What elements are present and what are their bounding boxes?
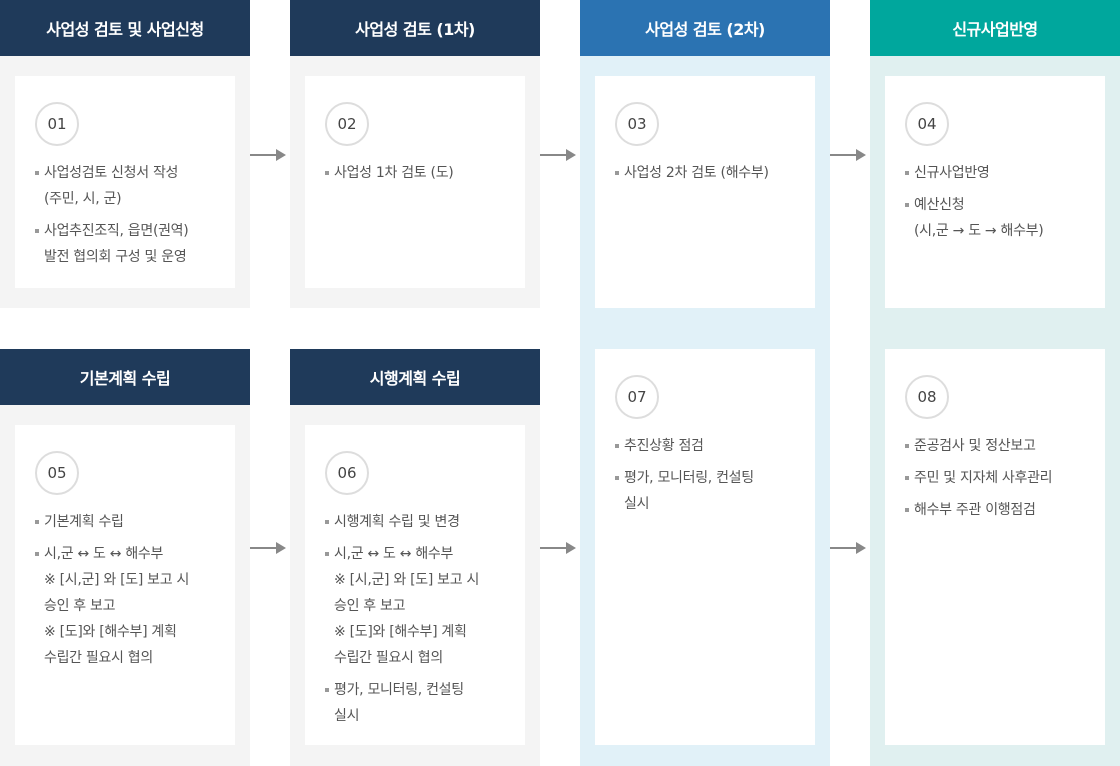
step-number-badge: 05	[35, 451, 79, 495]
step-item-text: 실시	[624, 496, 650, 512]
step-item: 신규사업반영	[905, 160, 1097, 186]
step-item-text: 해수부 주관 이행점검	[914, 502, 1036, 518]
step-item-text: 시,군 ↔ 도 ↔ 해수부	[44, 546, 164, 562]
step-card: 06 시행계획 수립 및 변경시,군 ↔ 도 ↔ 해수부 ※ [시,군] 와 [도]…	[305, 425, 525, 745]
step-item-text: 발전 협의회 구성 및 운영	[44, 249, 187, 265]
step-item-text: 추진상황 점검	[624, 438, 704, 454]
step-card: 05 기본계획 수립시,군 ↔ 도 ↔ 해수부 ※ [시,군] 와 [도] 보고 시…	[15, 425, 235, 745]
header-business-application: 사업성 검토 및 사업신청	[0, 0, 250, 56]
step-item-text: 기본계획 수립	[44, 514, 124, 530]
step-item-text: ※ [시,군] 와 [도] 보고 시	[334, 572, 480, 588]
step-item-text: 신규사업반영	[914, 165, 990, 181]
step-number-badge: 02	[325, 102, 369, 146]
step-item-text: ※ [시,군] 와 [도] 보고 시	[44, 572, 190, 588]
right-arrow-icon	[540, 542, 576, 554]
step-item: 추진상황 점검	[615, 433, 807, 459]
step-item-text: 시행계획 수립 및 변경	[334, 514, 460, 530]
step-item: 사업추진조직, 읍면(권역) 발전 협의회 구성 및 운영	[35, 218, 227, 270]
step-item-text: 사업성 2차 검토 (해수부)	[624, 165, 769, 181]
header-basic-plan: 기본계획 수립	[0, 349, 250, 405]
step-item-list: 기본계획 수립시,군 ↔ 도 ↔ 해수부 ※ [시,군] 와 [도] 보고 시승인…	[35, 509, 227, 677]
step-item-text: ※ [도]와 [해수부] 계획	[44, 624, 177, 640]
step-number-badge: 04	[905, 102, 949, 146]
step-number-badge: 03	[615, 102, 659, 146]
step-item: 예산신청 (시,군 → 도 → 해수부)	[905, 192, 1097, 244]
right-arrow-icon	[830, 542, 866, 554]
step-item: 시,군 ↔ 도 ↔ 해수부 ※ [시,군] 와 [도] 보고 시승인 후 보고 ※ …	[325, 541, 517, 671]
step-item-text: 평가, 모니터링, 컨설팅	[624, 470, 754, 486]
step-item-list: 준공검사 및 정산보고주민 및 지자체 사후관리해수부 주관 이행점검	[905, 433, 1097, 529]
right-arrow-icon	[250, 149, 286, 161]
step-item: 주민 및 지자체 사후관리	[905, 465, 1097, 491]
right-arrow-icon	[540, 149, 576, 161]
header-implementation-plan: 시행계획 수립	[290, 349, 540, 405]
step-item: 사업성 2차 검토 (해수부)	[615, 160, 807, 186]
step-card: 01 사업성검토 신청서 작성 (주민, 시, 군) 사업추진조직, 읍면(권역) 발전…	[15, 76, 235, 288]
header-first-review: 사업성 검토 (1차)	[290, 0, 540, 56]
header-new-business: 신규사업반영	[870, 0, 1120, 56]
step-item-text: 수립간 필요시 협의	[334, 650, 443, 666]
step-item-text: 주민 및 지자체 사후관리	[914, 470, 1053, 486]
step-item-text: (시,군 → 도 → 해수부)	[914, 223, 1044, 239]
step-item-text: 시,군 ↔ 도 ↔ 해수부	[334, 546, 454, 562]
step-item-list: 사업성 1차 검토 (도)	[325, 160, 517, 192]
step-item-text: (주민, 시, 군)	[44, 191, 122, 207]
step-item-text: 평가, 모니터링, 컨설팅	[334, 682, 464, 698]
step-item: 해수부 주관 이행점검	[905, 497, 1097, 523]
step-item-list: 신규사업반영예산신청 (시,군 → 도 → 해수부)	[905, 160, 1097, 250]
right-arrow-icon	[830, 149, 866, 161]
step-number-badge: 08	[905, 375, 949, 419]
step-card: 04 신규사업반영예산신청 (시,군 → 도 → 해수부)	[885, 76, 1105, 308]
step-item: 시,군 ↔ 도 ↔ 해수부 ※ [시,군] 와 [도] 보고 시승인 후 보고 ※ …	[35, 541, 227, 671]
step-item-list: 사업성검토 신청서 작성 (주민, 시, 군) 사업추진조직, 읍면(권역) 발전 협…	[35, 160, 227, 276]
step-item-text: 실시	[334, 708, 360, 724]
step-item-list: 사업성 2차 검토 (해수부)	[615, 160, 807, 192]
step-item-list: 추진상황 점검평가, 모니터링, 컨설팅실시	[615, 433, 807, 523]
step-item-text: ※ [도]와 [해수부] 계획	[334, 624, 467, 640]
step-number-badge: 01	[35, 102, 79, 146]
step-item-text: 사업성 1차 검토 (도)	[334, 165, 454, 181]
step-card: 02 사업성 1차 검토 (도)	[305, 76, 525, 288]
right-arrow-icon	[250, 542, 286, 554]
step-item-text: 승인 후 보고	[334, 598, 406, 614]
step-card: 03 사업성 2차 검토 (해수부)	[595, 76, 815, 308]
step-item: 준공검사 및 정산보고	[905, 433, 1097, 459]
step-item: 평가, 모니터링, 컨설팅실시	[325, 677, 517, 729]
step-card: 08 준공검사 및 정산보고주민 및 지자체 사후관리해수부 주관 이행점검	[885, 349, 1105, 745]
step-card: 07 추진상황 점검평가, 모니터링, 컨설팅실시	[595, 349, 815, 745]
step-item-text: 사업성검토 신청서 작성	[44, 165, 179, 181]
step-number-badge: 07	[615, 375, 659, 419]
step-item: 평가, 모니터링, 컨설팅실시	[615, 465, 807, 517]
step-item-text: 예산신청	[914, 197, 965, 213]
step-item: 사업성 1차 검토 (도)	[325, 160, 517, 186]
step-item-text: 승인 후 보고	[44, 598, 116, 614]
step-item-list: 시행계획 수립 및 변경시,군 ↔ 도 ↔ 해수부 ※ [시,군] 와 [도] 보…	[325, 509, 517, 735]
step-item: 사업성검토 신청서 작성 (주민, 시, 군)	[35, 160, 227, 212]
step-item: 시행계획 수립 및 변경	[325, 509, 517, 535]
step-item-text: 사업추진조직, 읍면(권역)	[44, 223, 189, 239]
step-item-text: 준공검사 및 정산보고	[914, 438, 1036, 454]
header-second-review: 사업성 검토 (2차)	[580, 0, 830, 56]
step-number-badge: 06	[325, 451, 369, 495]
step-item-text: 수립간 필요시 협의	[44, 650, 153, 666]
step-item: 기본계획 수립	[35, 509, 227, 535]
